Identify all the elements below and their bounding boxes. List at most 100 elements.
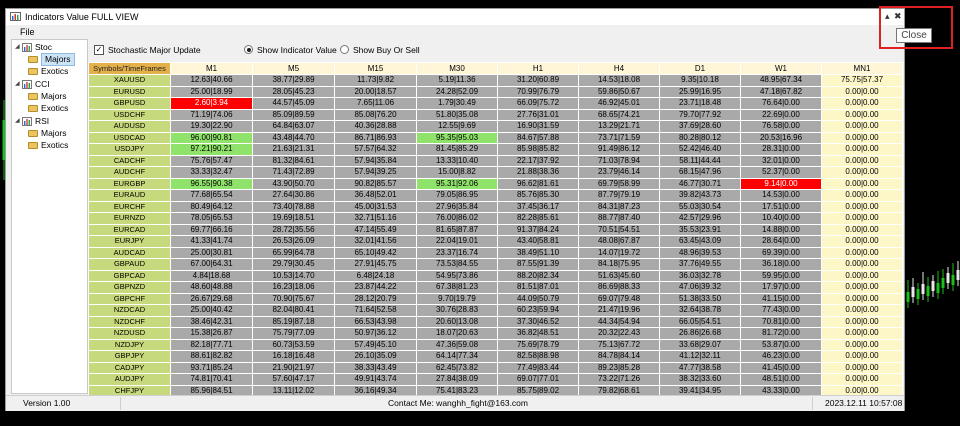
indicator-value-cell: 20.53|16.96 [740,131,822,144]
indicator-value-cell: 0.00|0.00 [821,281,903,294]
background-candle [906,292,910,302]
indicator-value-cell: 54.95|73.86 [416,269,498,282]
indicator-value-cell: 59.86|50.67 [578,85,660,98]
indicator-value-cell: 47.18|67.82 [740,85,822,98]
indicator-value-cell: 91.49|86.12 [578,143,660,156]
table-row: CADJPY 93.71|85.24 21.90|21.97 38.33|43.49 6… [88,361,903,374]
indicator-value-cell: 69.77|66.16 [170,223,253,236]
symbol-cell: EURCAD [88,223,171,236]
indicator-value-cell: 41.33|41.74 [170,235,253,248]
indicator-value-cell: 81.51|87.01 [497,281,579,294]
indicator-value-cell: 64.84|63.07 [252,120,335,133]
indicator-value-cell: 96.00|90.81 [170,131,253,144]
bar-chart-icon [22,117,32,126]
indicator-value-cell: 87.79|79.19 [578,189,660,202]
symbol-cell: EURAUD [88,189,171,202]
indicator-grid: Symbols/TimeFrames M1 M5 M15 M30 H1 H4 D1 W1 MN1… [88,62,903,409]
indicator-value-cell: 5.19|11.36 [416,74,498,87]
tree-item-label: Exotics [41,103,69,113]
indicator-value-cell: 25.00|30.81 [170,246,253,259]
indicator-value-cell: 17.51|0.00 [740,200,822,213]
indicator-value-cell: 38.33|43.49 [334,361,417,374]
indicator-value-cell: 44.57|45.09 [252,97,335,110]
stochastic-major-update-checkbox[interactable]: ✓ Stochastic Major Update [94,44,201,56]
indicator-value-cell: 0.00|0.00 [821,338,903,351]
indicator-value-cell: 43.90|50.70 [252,177,335,190]
indicator-value-cell: 48.51|0.00 [740,373,822,386]
indicator-value-cell: 41.15|0.00 [740,292,822,305]
show-buy-or-sell-label: Show Buy Or Sell [353,45,420,55]
indicator-value-cell: 2.60|3.94 [170,97,253,110]
indicator-value-cell: 1.79|30.49 [416,97,498,110]
table-row: EURCAD 69.77|66.16 28.72|35.56 47.14|55.49 8… [88,223,903,236]
tree-item-label: Majors [41,91,67,101]
indicator-value-cell: 29.79|30.45 [252,258,335,271]
indicator-value-cell: 16.18|16.48 [252,350,335,363]
indicator-value-cell: 77.68|65.54 [170,189,253,202]
indicator-value-cell: 81.45|85.29 [416,143,498,156]
indicator-value-cell: 24.28|52.09 [416,85,498,98]
expand-triangle-icon[interactable]: ◢ [15,116,21,127]
indicator-value-cell: 21.88|38.36 [497,166,579,179]
checkbox-check-icon: ✓ [94,44,104,55]
indicator-value-cell: 0.00|0.00 [821,166,903,179]
indicator-value-cell: 39.82|43.73 [659,189,741,202]
tree-item-label: Majors [41,53,75,66]
indicator-value-cell: 38.46|42.31 [170,315,253,328]
indicator-value-cell: 77.43|0.00 [740,304,822,317]
indicator-value-cell: 21.47|19.96 [578,304,660,317]
indicator-value-cell: 75.79|77.09 [252,327,335,340]
indicator-value-cell: 73.40|78.88 [252,200,335,213]
symbol-cell: CADJPY [88,361,171,374]
indicator-value-cell: 82.28|85.61 [497,212,579,225]
symbol-cell: USDCAD [88,131,171,144]
show-buy-or-sell-radio[interactable]: Show Buy Or Sell [340,44,420,56]
stochastic-major-update-label: Stochastic Major Update [108,45,201,55]
indicator-value-cell: 0.00|0.00 [821,200,903,213]
symbol-cell: AUDCHF [88,166,171,179]
indicator-value-cell: 76.64|0.00 [740,97,822,110]
indicator-value-cell: 19.30|22.90 [170,120,253,133]
indicator-value-cell: 70.81|0.00 [740,315,822,328]
indicator-value-cell: 81.72|0.00 [740,327,822,340]
indicator-value-cell: 75.76|57.47 [170,154,253,167]
symbol-cell: EURJPY [88,235,171,248]
indicator-value-cell: 73.71|71.59 [578,131,660,144]
indicator-value-cell: 0.00|0.00 [821,154,903,167]
indicator-value-cell: 9.14|0.00 [740,177,822,190]
menu-file[interactable]: File [20,26,35,38]
indicator-value-cell: 41.12|32.11 [659,350,741,363]
table-row: GBPCHF 26.67|29.68 70.90|75.67 28.12|20.79 9… [88,292,903,305]
status-bar: Version 1.00 Contact Me: wanghh_fight@16… [6,395,904,411]
expand-triangle-icon[interactable]: ◢ [15,42,21,53]
background-candle [951,275,955,285]
indicator-value-cell: 37.30|46.52 [497,315,579,328]
indicator-value-cell: 69.07|77.01 [497,373,579,386]
indicator-value-cell: 26.53|26.09 [252,235,335,248]
symbol-cell: NZDUSD [88,327,171,340]
indicator-value-cell: 11.73|9.82 [334,74,417,87]
expand-triangle-icon[interactable]: ◢ [15,79,21,90]
table-row: NZDCHF 38.46|42.31 85.19|87.18 66.53|43.98 2… [88,315,903,328]
indicator-value-cell: 0.00|0.00 [821,97,903,110]
indicator-value-cell: 21.63|21.31 [252,143,335,156]
table-row: CADCHF 75.76|57.47 81.32|84.61 57.94|35.84 1… [88,154,903,167]
indicator-value-cell: 86.71|86.93 [334,131,417,144]
timeframe-header-mn1: MN1 [821,62,903,75]
menu-bar: File [6,25,904,39]
indicator-value-cell: 17.97|0.00 [740,281,822,294]
indicator-value-cell: 37.76|49.55 [659,258,741,271]
indicator-value-cell: 57.60|47.17 [252,373,335,386]
symbol-cell: CADCHF [88,154,171,167]
table-row: NZDUSD 15.38|26.87 75.79|77.09 50.97|36.12 1… [88,327,903,340]
indicator-value-cell: 85.98|85.82 [497,143,579,156]
indicator-value-cell: 76.00|86.02 [416,212,498,225]
indicator-value-cell: 57.57|64.32 [334,143,417,156]
table-row: AUDUSD 19.30|22.90 64.84|63.07 40.36|28.88 1… [88,120,903,133]
indicator-value-cell: 60.23|59.94 [497,304,579,317]
show-indicator-value-radio[interactable]: Show Indicator Value [244,44,337,56]
indicator-value-cell: 10.53|14.70 [252,269,335,282]
background-candle [936,283,940,293]
indicator-value-cell: 23.79|46.14 [578,166,660,179]
indicator-value-cell: 0.00|0.00 [821,189,903,202]
